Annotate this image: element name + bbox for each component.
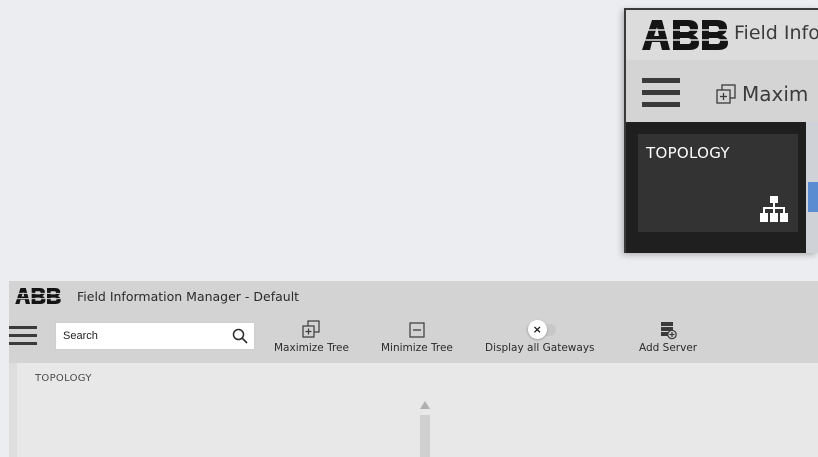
hamburger-menu-icon[interactable] <box>9 326 37 348</box>
inset-toolbar: Maxim <box>626 60 818 122</box>
topology-label: TOPOLOGY <box>35 373 92 384</box>
topology-panel: TOPOLOGY <box>17 363 818 457</box>
add-server-label: Add Server <box>639 342 698 354</box>
inset-maximize-tree-icon <box>716 84 736 104</box>
vertical-scrollbar[interactable] <box>420 401 430 457</box>
search-icon[interactable] <box>232 328 248 344</box>
minimize-tree-button[interactable]: Minimize Tree <box>381 320 453 354</box>
abb-logo <box>14 288 62 304</box>
inset-maximize-label: Maxim <box>742 82 809 106</box>
display-all-gateways-toggle[interactable]: × Display all Gateways <box>485 320 595 354</box>
maximize-tree-icon <box>302 320 321 338</box>
display-all-gateways-label: Display all Gateways <box>485 342 595 354</box>
topology-tree-icon <box>760 196 788 222</box>
inset-content-edge <box>806 122 818 253</box>
toggle-off-icon: × <box>527 320 547 339</box>
inset-hamburger-menu-icon <box>642 78 680 108</box>
add-server-button[interactable]: Add Server <box>639 320 697 354</box>
maximize-tree-label: Maximize Tree <box>274 342 349 354</box>
search-input[interactable] <box>56 323 226 349</box>
minimize-tree-icon <box>409 322 425 338</box>
app-window: Field Information Manager - Default Maxi… <box>9 281 818 457</box>
inset-app-title: Field Info <box>734 22 818 44</box>
search-box <box>55 322 255 350</box>
gateways-toggle-switch[interactable]: × <box>520 320 560 340</box>
app-header: Field Information Manager - Default <box>9 281 818 311</box>
zoom-inset: Field Info Maxim TOPOLOGY <box>624 8 818 253</box>
scrollbar-thumb[interactable] <box>420 415 430 457</box>
abb-logo <box>640 20 730 50</box>
maximize-tree-button[interactable]: Maximize Tree <box>274 320 349 354</box>
inset-topology-label: TOPOLOGY <box>646 144 730 162</box>
toolbar: Maximize Tree Minimize Tree × Display al… <box>9 311 818 363</box>
inset-topology-tile: TOPOLOGY <box>638 134 798 232</box>
scroll-up-arrow-icon[interactable] <box>420 401 430 409</box>
minimize-tree-label: Minimize Tree <box>381 342 453 354</box>
inset-header: Field Info <box>626 10 818 60</box>
app-title: Field Information Manager - Default <box>77 289 300 304</box>
add-server-icon <box>661 322 677 340</box>
